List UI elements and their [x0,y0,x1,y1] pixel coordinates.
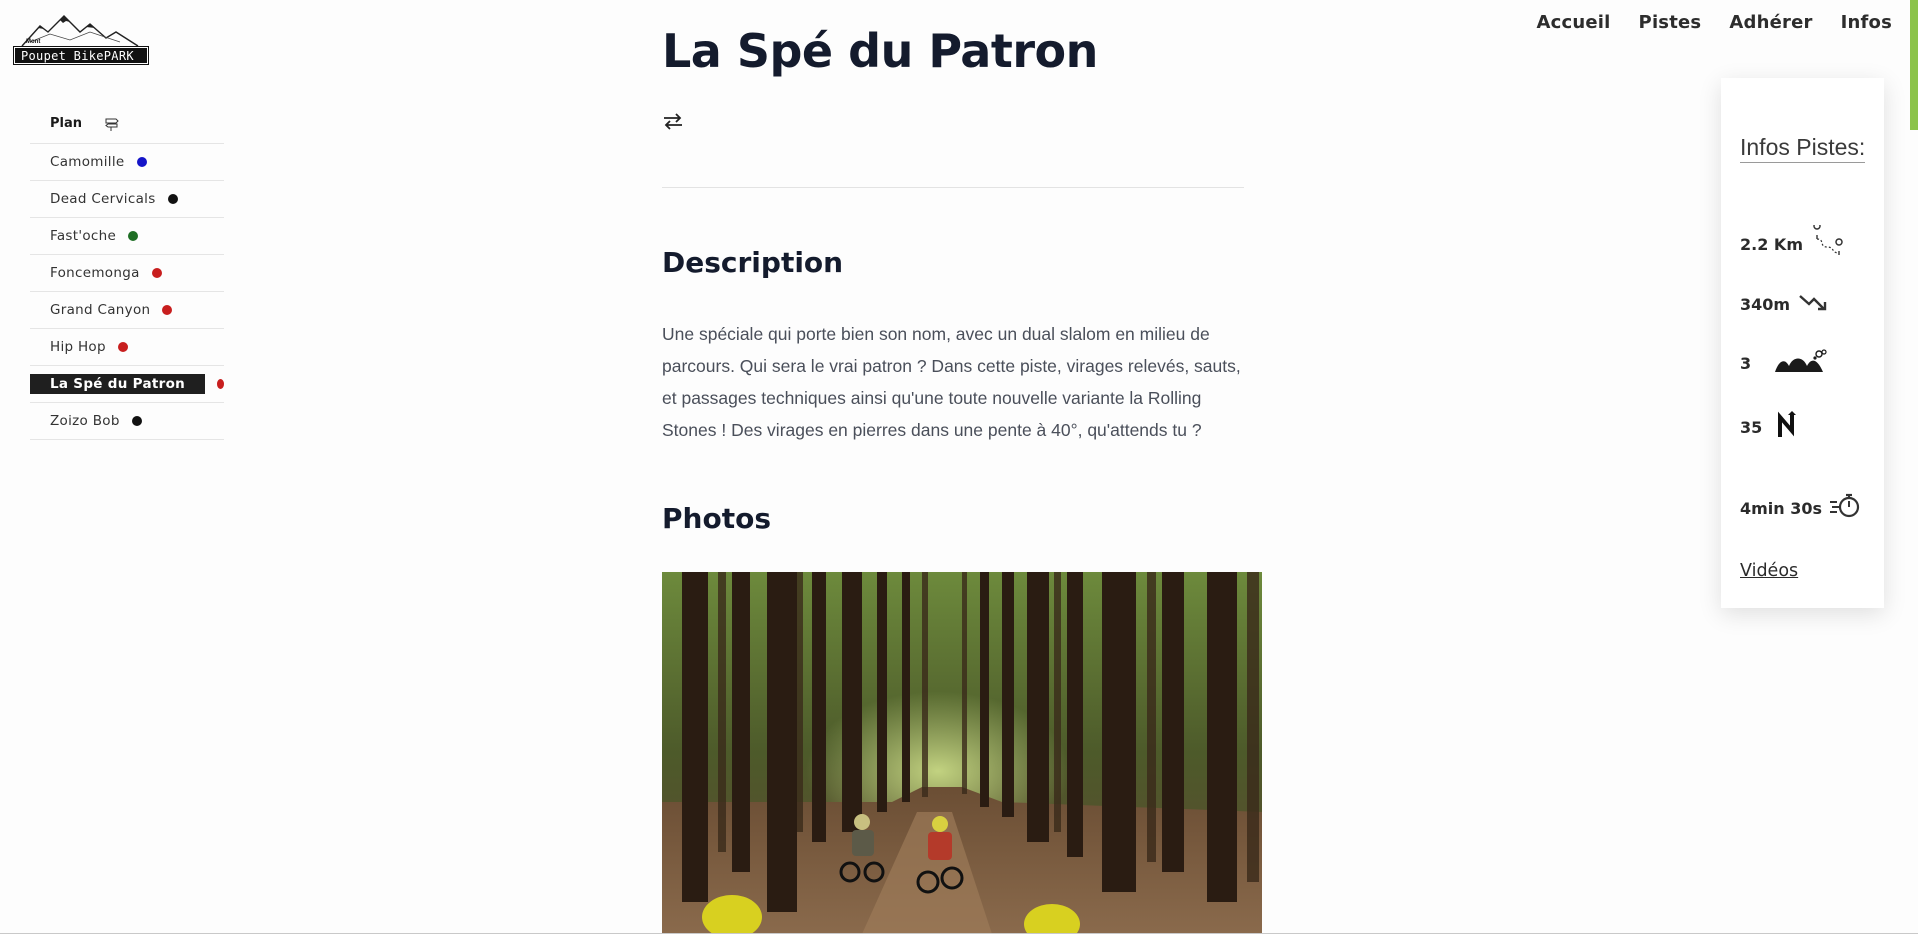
switchback-icon [1776,411,1798,444]
trail-photo[interactable] [662,572,1262,934]
sidebar-item-label: Dead Cervicals [50,191,156,207]
sidebar-item-label: La Spé du Patron [30,374,206,394]
nav-pistes[interactable]: Pistes [1639,12,1702,33]
distance-value: 2.2 Km [1740,235,1803,254]
trail-info-card: Infos Pistes: 2.2 Km 340m 3 35 4min 30s … [1721,78,1884,608]
sidebar-item-camomille[interactable]: Camomille [30,144,224,181]
sidebar-item-zoizo-bob[interactable]: Zoizo Bob [30,403,224,440]
page: Mont Poupet BikePARK Accueil Pistes Adhé… [0,0,1918,934]
sidebar-item-label: Hip Hop [50,339,106,355]
sidebar-item-foncemonga[interactable]: Foncemonga [30,255,224,292]
page-title: La Spé du Patron [662,24,1098,78]
nav-adherer[interactable]: Adhérer [1729,12,1812,33]
difficulty-dot-icon [162,305,173,315]
time-value: 4min 30s [1740,499,1823,518]
site-logo[interactable]: Mont Poupet BikePARK [12,12,150,70]
sidebar-item-label: Fast'oche [50,228,117,244]
difficulty-dot-icon [217,379,224,389]
videos-link[interactable]: Vidéos [1740,561,1798,581]
descent-value: 340m [1740,295,1791,314]
difficulty-dot-icon [131,416,142,426]
stat-descent: 340m [1740,291,1828,318]
route-map-icon [1811,222,1845,264]
difficulty-dot-icon [136,157,147,167]
sidebar-item-fast-oche[interactable]: Fast'oche [30,218,224,255]
difficulty-dot-icon [128,231,139,241]
main-content: La Spé du Patron Description Une spécial… [662,20,1262,934]
stat-turns: 35 [1740,411,1798,444]
sidebar-item-label: Zoizo Bob [50,413,120,429]
sidebar-plan-link[interactable]: Plan [30,104,224,144]
sidebar-item-la-sp-du-patron[interactable]: La Spé du Patron [30,366,224,403]
top-nav: Accueil Pistes Adhérer Infos [1537,12,1893,33]
sidebar-item-grand-canyon[interactable]: Grand Canyon [30,292,224,329]
divider [662,187,1244,188]
stat-distance: 2.2 Km [1740,222,1845,264]
trend-down-icon [1798,291,1828,318]
logo-banner: Poupet BikePARK [13,46,149,65]
stat-time: 4min 30s [1740,492,1862,525]
trail-sidebar: Plan Camomille Dead Cervicals Fast'oche Fon… [30,104,224,440]
sidebar-item-label: Camomille [50,154,125,170]
sidebar-item-hip-hop[interactable]: Hip Hop [30,329,224,366]
swap-arrows-icon[interactable] [662,110,684,132]
sidebar-item-label: Grand Canyon [50,302,151,318]
plan-label: Plan [50,116,83,131]
turns-value: 35 [1740,418,1763,437]
nav-infos[interactable]: Infos [1841,12,1892,33]
info-title: Infos Pistes: [1740,134,1866,163]
stopwatch-icon [1830,492,1862,525]
difficulty-dot-icon [117,342,128,352]
jump-hills-icon [1773,348,1829,379]
description-heading: Description [662,246,844,279]
stat-jumps: 3 [1740,348,1829,379]
difficulty-dot-icon [151,268,162,278]
logo-subtitle: Mont [26,39,41,45]
sidebar-item-dead-cervicals[interactable]: Dead Cervicals [30,181,224,218]
jumps-value: 3 [1740,354,1752,373]
scroll-indicator[interactable] [1910,0,1918,130]
sidebar-item-label: Foncemonga [50,265,140,281]
difficulty-dot-icon [167,194,178,204]
photos-heading: Photos [662,502,771,535]
nav-accueil[interactable]: Accueil [1537,12,1611,33]
signpost-icon [104,116,120,132]
logo-text: Poupet BikePARK [21,49,134,63]
description-text: Une spéciale qui porte bien son nom, ave… [662,324,1241,440]
